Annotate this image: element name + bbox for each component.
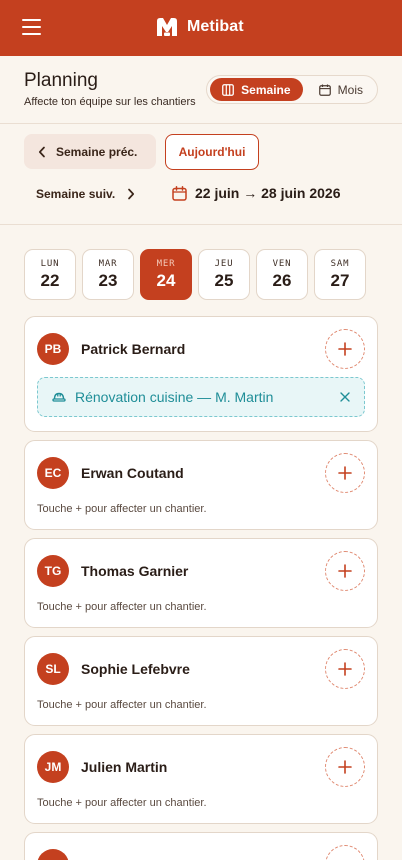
avatar: EC [37, 457, 69, 489]
day-name: MAR [98, 258, 118, 269]
day-number: 27 [330, 270, 350, 290]
empty-hint: Touche + pour affecter un chantier. [37, 503, 207, 515]
empty-hint: Touche + pour affecter un chantier. [37, 699, 207, 711]
day-number: 22 [40, 270, 60, 290]
add-assignment-button[interactable] [325, 747, 365, 787]
today-label: Aujourd'hui [178, 145, 246, 159]
day-name: JEU [214, 258, 234, 269]
avatar: PB [37, 333, 69, 365]
day-jeu[interactable]: JEU 25 [198, 249, 250, 300]
brand: Metibat [156, 17, 244, 37]
next-week-button[interactable]: Semaine suiv. [36, 187, 135, 201]
menu-icon[interactable] [22, 19, 41, 35]
add-assignment-button[interactable] [325, 453, 365, 493]
month-view-label: Mois [337, 82, 364, 97]
add-assignment-button[interactable] [325, 649, 365, 689]
employee-card-patrick-bernard: PB Patrick Bernard Rénovation cuisine — … [24, 316, 378, 432]
employee-card-sophie-lefebvre: SL Sophie Lefebvre Touche + pour affecte… [24, 636, 378, 726]
week-navigation: Semaine préc. Aujourd'hui Semaine suiv. … [0, 125, 402, 225]
top-bar: Metibat [0, 0, 402, 56]
avatar: SL [37, 653, 69, 685]
day-ven[interactable]: VEN 26 [256, 249, 308, 300]
day-name: MER [156, 258, 176, 269]
employee-name: Sophie Lefebvre [81, 661, 190, 677]
page-subtitle: Affecte ton équipe sur les chantiers [24, 96, 196, 108]
week-view-button[interactable]: Semaine [210, 78, 303, 101]
calendar-icon [172, 185, 187, 201]
week-range-label: 22 juin → 28 juin 2026 [195, 185, 341, 201]
assignment-chip[interactable]: Rénovation cuisine — M. Martin [37, 377, 365, 417]
employee-card-partial [24, 832, 378, 860]
avatar [37, 849, 69, 860]
calendar-icon [318, 84, 331, 96]
hard-hat-icon [52, 392, 66, 402]
day-selector: LUN 22 MAR 23 MER 24 JEU 25 VEN 26 SAM 2… [24, 249, 366, 300]
next-week-label: Semaine suiv. [36, 187, 116, 201]
logo-icon [157, 18, 177, 36]
day-mar[interactable]: MAR 23 [82, 249, 134, 300]
page-title: Planning [24, 70, 98, 91]
day-sam[interactable]: SAM 27 [314, 249, 366, 300]
empty-hint: Touche + pour affecter un chantier. [37, 601, 207, 613]
day-number: 23 [98, 270, 118, 290]
chevron-right-icon [128, 188, 135, 200]
plus-icon [338, 466, 352, 480]
employee-card-erwan-coutand: EC Erwan Coutand Touche + pour affecter … [24, 440, 378, 530]
add-assignment-button[interactable] [325, 845, 365, 860]
plus-icon [338, 760, 352, 774]
day-name: SAM [330, 258, 350, 269]
employee-card-thomas-garnier: TG Thomas Garnier Touche + pour affecter… [24, 538, 378, 628]
month-view-button[interactable]: Mois [307, 78, 375, 101]
add-assignment-button[interactable] [325, 551, 365, 591]
day-number: 26 [272, 270, 292, 290]
week-range: 22 juin → 28 juin 2026 [172, 185, 341, 201]
employee-name: Thomas Garnier [81, 563, 189, 579]
chevron-left-icon [38, 146, 45, 157]
assignment-label: Rénovation cuisine — M. Martin [75, 389, 274, 405]
avatar: TG [37, 555, 69, 587]
employee-name: Erwan Coutand [81, 465, 184, 481]
day-lun[interactable]: LUN 22 [24, 249, 76, 300]
day-number: 24 [156, 270, 176, 290]
empty-hint: Touche + pour affecter un chantier. [37, 797, 207, 809]
avatar: JM [37, 751, 69, 783]
add-assignment-button[interactable] [325, 329, 365, 369]
plus-icon [338, 662, 352, 676]
week-view-label: Semaine [241, 82, 291, 97]
day-name: VEN [272, 258, 292, 269]
employee-name: Patrick Bernard [81, 341, 186, 357]
previous-week-button[interactable]: Semaine préc. [24, 134, 156, 169]
day-mer[interactable]: MER 24 [140, 249, 192, 300]
day-number: 25 [214, 270, 234, 290]
employee-name: Julien Martin [81, 759, 168, 775]
columns-icon [222, 83, 235, 96]
close-icon[interactable] [339, 391, 351, 403]
day-name: LUN [40, 258, 60, 269]
view-toggle: Semaine Mois [206, 75, 378, 104]
employee-card-julien-martin: JM Julien Martin Touche + pour affecter … [24, 734, 378, 824]
today-button[interactable]: Aujourd'hui [165, 134, 259, 170]
brand-name: Metibat [187, 18, 244, 35]
plus-icon [338, 564, 352, 578]
plus-icon [338, 342, 352, 356]
previous-week-label: Semaine préc. [56, 144, 138, 159]
